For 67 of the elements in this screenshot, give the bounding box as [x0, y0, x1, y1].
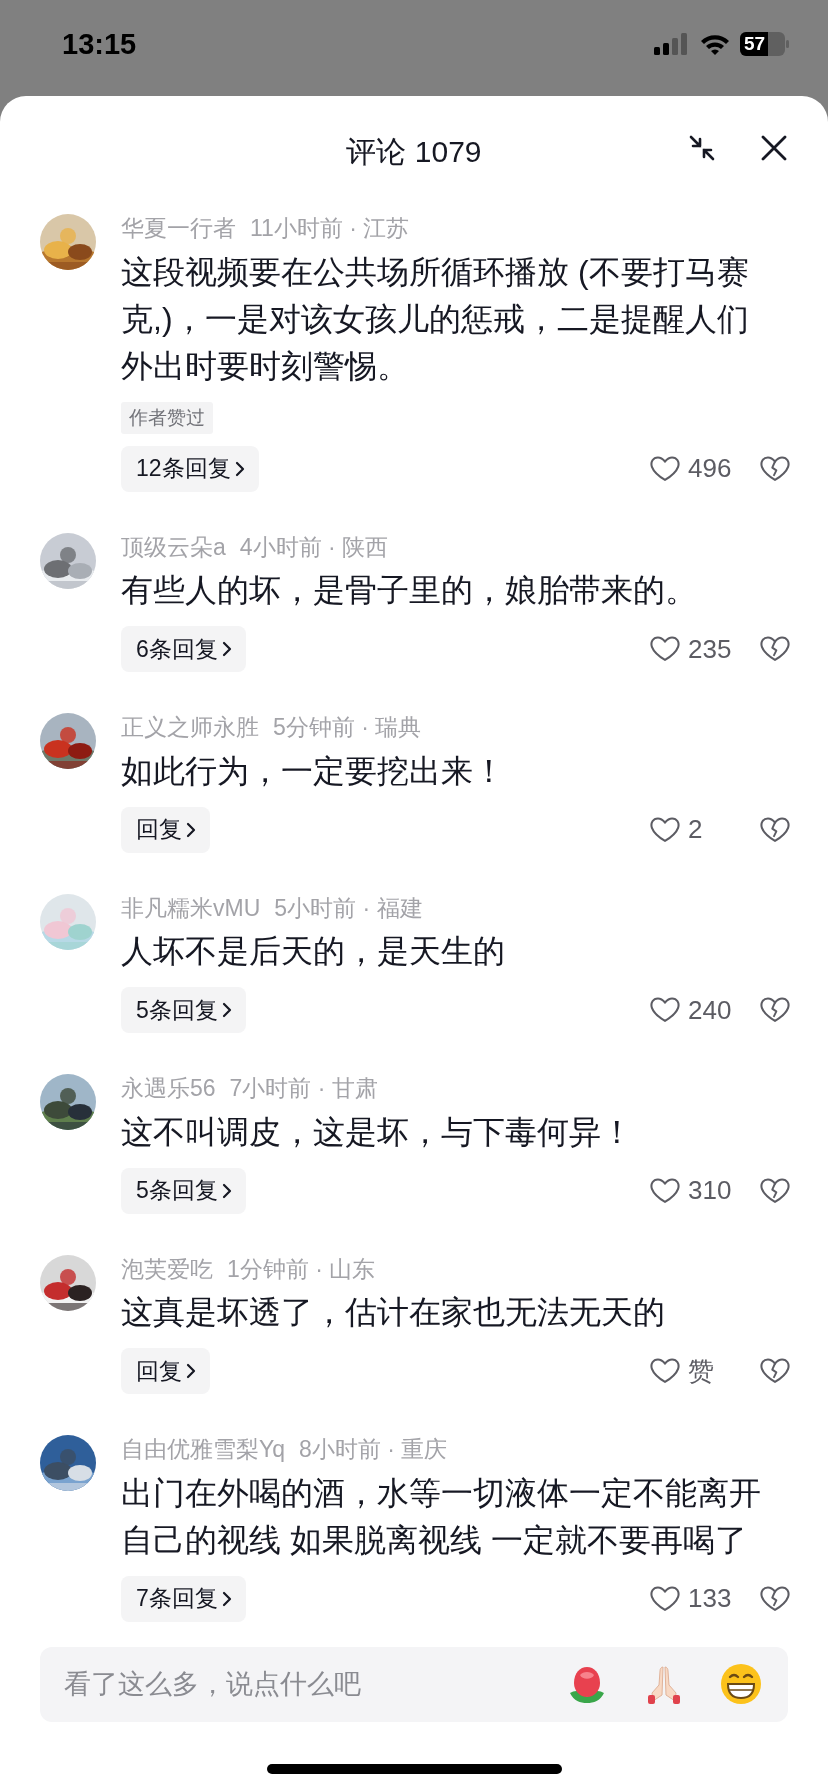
- replies-button[interactable]: 5条回复: [121, 1167, 246, 1214]
- comment-input[interactable]: 看了这么多，说点什么吧: [64, 1668, 566, 1700]
- like-button[interactable]: 133: [650, 1583, 760, 1614]
- heart-icon: [650, 1584, 680, 1613]
- broken-heart-icon: [760, 996, 790, 1024]
- chevron-icon: [221, 1590, 232, 1607]
- broken-heart-icon: [760, 635, 790, 663]
- grinning-face-icon[interactable]: [720, 1663, 762, 1705]
- heart-icon: [650, 635, 680, 663]
- broken-heart-icon: [760, 454, 790, 483]
- comment-meta: 11小时前 · 江苏: [250, 214, 410, 243]
- comments-title: 评论 1079: [346, 134, 482, 170]
- replies-button[interactable]: 12条回复: [121, 445, 259, 492]
- broken-heart-icon: [760, 1176, 790, 1205]
- chevron-icon: [221, 1182, 232, 1199]
- comment-meta: 1分钟前 · 山东: [227, 1254, 376, 1284]
- dislike-button[interactable]: [760, 1584, 790, 1613]
- close-icon[interactable]: [760, 134, 788, 162]
- battery-level: 57: [743, 32, 766, 56]
- comment-meta: 4小时前 · 陕西: [239, 532, 389, 562]
- comment-text: 如此行为，一定要挖出来！: [121, 751, 506, 791]
- like-button[interactable]: 2: [650, 814, 760, 845]
- broken-heart-icon: [760, 1584, 790, 1613]
- comment-field[interactable]: 看了这么多，说点什么吧: [40, 1646, 788, 1722]
- comment-text: 这真是坏透了，估计在家也无法无天的: [121, 1293, 666, 1332]
- comment-text: 这不叫调皮，这是坏，与下毒何异！: [121, 1112, 634, 1152]
- replies-button[interactable]: 回复: [121, 1348, 210, 1394]
- dislike-button[interactable]: [760, 1176, 790, 1205]
- like-button[interactable]: 240: [650, 994, 760, 1026]
- like-button[interactable]: 310: [650, 1175, 760, 1206]
- dislike-button[interactable]: [760, 996, 790, 1024]
- replies-button[interactable]: 5条回复: [121, 987, 246, 1033]
- comment-meta: 5分钟前 · 瑞典: [273, 713, 422, 742]
- wifi-icon: [700, 33, 730, 55]
- heart-icon: [650, 1176, 680, 1205]
- comment-text: 人坏不是后天的，是天生的: [121, 932, 506, 971]
- dislike-button[interactable]: [760, 815, 790, 844]
- heart-icon: [650, 454, 680, 483]
- comment-meta: 8小时前 · 重庆: [299, 1435, 448, 1464]
- status-time: 13:15: [62, 27, 137, 61]
- chevron-icon: [186, 1363, 196, 1379]
- heart-icon: [650, 815, 680, 844]
- comment-text: 有些人的坏，是骨子里的，娘胎带来的。: [121, 571, 698, 610]
- comment-meta: 7小时前 · 甘肃: [229, 1074, 378, 1103]
- heart-icon: [650, 996, 680, 1024]
- replies-button[interactable]: 6条回复: [121, 626, 246, 672]
- author-liked-tag: 作者赞过: [121, 401, 213, 434]
- like-button[interactable]: 赞: [650, 1353, 760, 1389]
- like-button[interactable]: 496: [650, 453, 760, 484]
- replies-button[interactable]: 回复: [121, 806, 210, 853]
- heart-icon: [650, 1357, 680, 1385]
- broken-heart-icon: [760, 815, 790, 844]
- chevron-icon: [186, 821, 196, 838]
- broken-heart-icon: [760, 1357, 790, 1385]
- chevron-icon: [221, 1002, 232, 1018]
- like-button[interactable]: 235: [650, 633, 760, 665]
- dislike-button[interactable]: [760, 1357, 790, 1385]
- signal-icon: [654, 33, 690, 55]
- chevron-icon: [234, 460, 245, 477]
- comment-text: 这段视频要在公共场所循环播放 (不要打马赛克,)，一是对该女孩儿的惩戒，二是提醒人们外出时要时刻警惕。: [121, 252, 750, 386]
- comment-meta: 5小时前 · 福建: [274, 893, 423, 923]
- dislike-button[interactable]: [760, 635, 790, 663]
- dislike-button[interactable]: [760, 454, 790, 483]
- replies-button[interactable]: 7条回复: [121, 1575, 246, 1622]
- chevron-icon: [221, 641, 232, 657]
- collapse-icon[interactable]: [688, 134, 716, 162]
- comment-text: 出门在外喝的酒，水等一切液体一定不能离开自己的视线 如果脱离视线 一定就不要再喝了: [121, 1473, 762, 1560]
